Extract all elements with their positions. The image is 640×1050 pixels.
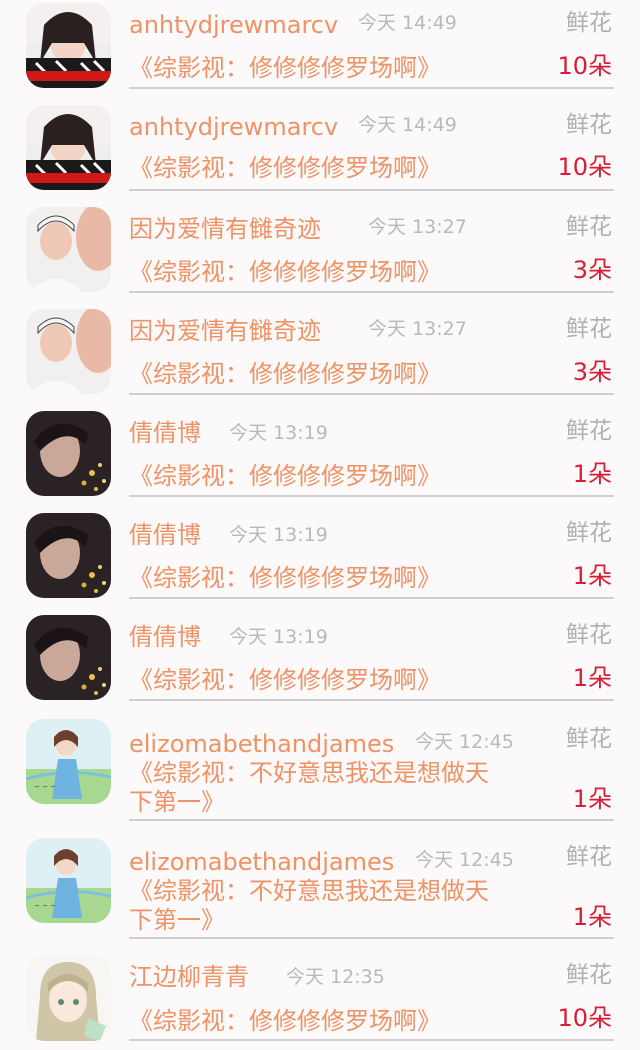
gift-label: 鲜花 (566, 316, 612, 342)
flower-count: 10朵 (557, 52, 612, 80)
username[interactable]: 倩倩博 (129, 418, 201, 448)
divider (129, 597, 614, 599)
avatar-girl-green[interactable]: ~ ~ ~ (26, 719, 111, 804)
flower-gift-list: anhtydjrewmarcv 今天 14:49 鲜花 《综影视：修修修修罗场啊… (0, 0, 640, 1050)
username[interactable]: 因为爱情有雠奇迹 (129, 316, 321, 346)
timestamp: 今天 13:19 (229, 626, 328, 648)
timestamp: 今天 13:27 (368, 216, 467, 238)
svg-text:~ ~ ~: ~ ~ ~ (34, 902, 56, 910)
timestamp: 今天 13:27 (368, 318, 467, 340)
flower-count: 1朵 (572, 562, 612, 590)
gift-label: 鲜花 (566, 520, 612, 546)
gift-label: 鲜花 (566, 214, 612, 240)
novel-title-continued[interactable]: 下第一》 (129, 788, 225, 816)
gift-label: 鲜花 (566, 10, 612, 36)
avatar-girl-green[interactable]: ~ ~ ~ (26, 838, 111, 923)
avatar-man-dark[interactable] (26, 615, 111, 700)
divider (129, 819, 614, 821)
avatar-girl-red[interactable] (26, 105, 111, 190)
novel-title[interactable]: 《综影视：修修修修罗场啊》 (129, 564, 441, 592)
timestamp: 今天 13:19 (229, 422, 328, 444)
gift-label: 鲜花 (566, 726, 612, 752)
avatar-man-dark[interactable] (26, 411, 111, 496)
divider (129, 937, 614, 939)
divider (129, 291, 614, 293)
novel-title[interactable]: 《综影视：修修修修罗场啊》 (129, 154, 441, 182)
novel-title[interactable]: 《综影视：修修修修罗场啊》 (129, 360, 441, 388)
gift-label: 鲜花 (566, 844, 612, 870)
novel-title[interactable]: 《综影视：修修修修罗场啊》 (129, 462, 441, 490)
list-item[interactable]: anhtydjrewmarcv 今天 14:49 鲜花 《综影视：修修修修罗场啊… (0, 0, 640, 92)
list-item[interactable]: ~ ~ ~ elizomabethandjames 今天 12:45 鲜花 《综… (0, 832, 640, 944)
gift-label: 鲜花 (566, 418, 612, 444)
avatar-man-dark[interactable] (26, 513, 111, 598)
divider (129, 495, 614, 497)
svg-text:~ ~ ~: ~ ~ ~ (34, 783, 56, 791)
avatar-anime-girl[interactable] (26, 956, 111, 1041)
avatar-boy-cap[interactable] (26, 309, 111, 394)
username[interactable]: anhtydjrewmarcv (129, 112, 338, 142)
list-item[interactable]: 倩倩博 今天 13:19 鲜花 《综影视：修修修修罗场啊》 1朵 (0, 612, 640, 704)
list-item[interactable]: 倩倩博 今天 13:19 鲜花 《综影视：修修修修罗场啊》 1朵 (0, 510, 640, 602)
flower-count: 3朵 (572, 256, 612, 284)
gift-label: 鲜花 (566, 112, 612, 138)
flower-count: 1朵 (572, 785, 612, 813)
novel-title[interactable]: 《综影视：修修修修罗场啊》 (129, 258, 441, 286)
novel-title[interactable]: 《综影视：修修修修罗场啊》 (129, 54, 441, 82)
list-item[interactable]: 江边柳青青 今天 12:35 鲜花 《综影视：修修修修罗场啊》 10朵 (0, 952, 640, 1044)
flower-count: 10朵 (557, 153, 612, 181)
username[interactable]: anhtydjrewmarcv (129, 10, 338, 40)
list-item[interactable]: 因为爱情有雠奇迹 今天 13:27 鲜花 《综影视：修修修修罗场啊》 3朵 (0, 204, 640, 296)
timestamp: 今天 14:49 (358, 12, 457, 34)
username[interactable]: elizomabethandjames (129, 847, 394, 877)
novel-title-continued[interactable]: 下第一》 (129, 906, 225, 934)
gift-label: 鲜花 (566, 622, 612, 648)
timestamp: 今天 12:45 (415, 731, 514, 753)
username[interactable]: 倩倩博 (129, 520, 201, 550)
novel-title[interactable]: 《综影视：不好意思我还是想做天 (129, 877, 489, 905)
flower-count: 1朵 (572, 664, 612, 692)
flower-count: 1朵 (572, 903, 612, 931)
divider (129, 1039, 614, 1041)
gift-label: 鲜花 (566, 962, 612, 988)
divider (129, 87, 614, 89)
divider (129, 393, 614, 395)
username[interactable]: 因为爱情有雠奇迹 (129, 214, 321, 244)
list-item[interactable]: ~ ~ ~ elizomabethandjames 今天 12:45 鲜花 《综… (0, 714, 640, 826)
username[interactable]: 倩倩博 (129, 622, 201, 652)
flower-count: 10朵 (557, 1004, 612, 1032)
list-item[interactable]: 倩倩博 今天 13:19 鲜花 《综影视：修修修修罗场啊》 1朵 (0, 408, 640, 500)
novel-title[interactable]: 《综影视：不好意思我还是想做天 (129, 759, 489, 787)
novel-title[interactable]: 《综影视：修修修修罗场啊》 (129, 666, 441, 694)
timestamp: 今天 13:19 (229, 524, 328, 546)
username[interactable]: 江边柳青青 (129, 962, 249, 992)
username[interactable]: elizomabethandjames (129, 729, 394, 759)
flower-count: 3朵 (572, 358, 612, 386)
avatar-boy-cap[interactable] (26, 207, 111, 292)
divider (129, 189, 614, 191)
flower-count: 1朵 (572, 460, 612, 488)
novel-title[interactable]: 《综影视：修修修修罗场啊》 (129, 1007, 441, 1035)
avatar-girl-red[interactable] (26, 3, 111, 88)
list-item[interactable]: anhtydjrewmarcv 今天 14:49 鲜花 《综影视：修修修修罗场啊… (0, 102, 640, 194)
list-item[interactable]: 因为爱情有雠奇迹 今天 13:27 鲜花 《综影视：修修修修罗场啊》 3朵 (0, 306, 640, 398)
timestamp: 今天 14:49 (358, 114, 457, 136)
divider (129, 699, 614, 701)
timestamp: 今天 12:35 (286, 966, 385, 988)
timestamp: 今天 12:45 (415, 849, 514, 871)
